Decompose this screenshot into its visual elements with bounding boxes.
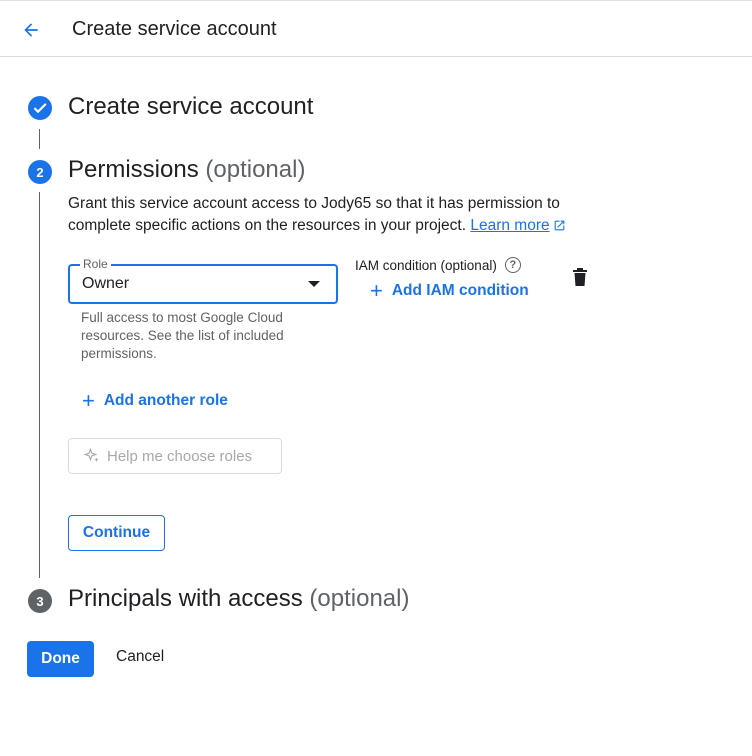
add-another-role-label: Add another role <box>103 392 228 409</box>
help-me-choose-roles-label: Help me choose roles <box>107 447 253 465</box>
add-iam-condition-label: Add IAM condition <box>391 282 529 299</box>
add-another-role-button[interactable]: + Add another role <box>82 388 228 413</box>
step-2-title-text: Permissions <box>68 156 199 183</box>
delete-role-button[interactable] <box>572 268 588 291</box>
role-field-label: Role <box>80 257 111 271</box>
top-app-bar: Create service account <box>0 0 752 57</box>
role-select[interactable]: Role Owner <box>68 257 338 304</box>
open-in-new-icon <box>554 220 564 231</box>
step-2-optional-label: (optional) <box>205 156 306 183</box>
step-connector <box>39 129 40 149</box>
add-iam-condition-button[interactable]: + Add IAM condition <box>370 278 529 303</box>
iam-condition-label-text: IAM condition (optional) <box>355 257 497 273</box>
page-title: Create service account <box>72 18 277 40</box>
step-connector <box>39 192 40 578</box>
iam-condition-label: IAM condition (optional) ? <box>355 257 521 273</box>
help-me-choose-roles-button[interactable]: Help me choose roles <box>68 438 282 474</box>
step-1-title-text: Create service account <box>68 93 314 120</box>
trash-icon <box>573 268 587 286</box>
role-description: Full access to most Google Cloud resourc… <box>81 310 284 361</box>
step-1-complete-indicator <box>28 96 52 120</box>
permissions-description: Grant this service account access to Jod… <box>68 193 608 237</box>
step-3-number: 3 <box>28 589 52 613</box>
step-3-title[interactable]: Principals with access (optional) <box>68 585 409 613</box>
role-selected-value: Owner <box>82 275 130 292</box>
learn-more-link[interactable]: Learn more <box>470 217 565 234</box>
cancel-button[interactable]: Cancel <box>116 648 164 666</box>
learn-more-label: Learn more <box>470 217 550 234</box>
continue-button[interactable]: Continue <box>68 515 165 551</box>
plus-icon: + <box>370 278 383 303</box>
help-icon[interactable]: ? <box>504 257 521 273</box>
step-3-optional-label: (optional) <box>309 585 410 612</box>
sparkle-icon <box>83 447 99 462</box>
step-2-number: 2 <box>28 160 52 184</box>
done-button[interactable]: Done <box>27 641 94 677</box>
dropdown-arrow-icon <box>308 281 320 287</box>
plus-icon: + <box>82 388 95 413</box>
step-1-title[interactable]: Create service account <box>68 93 313 121</box>
step-3-title-text: Principals with access <box>68 585 303 612</box>
check-icon <box>33 103 47 114</box>
step-2-title: Permissions (optional) <box>68 156 305 184</box>
back-button[interactable] <box>14 13 48 47</box>
arrow-back-icon <box>24 23 38 37</box>
